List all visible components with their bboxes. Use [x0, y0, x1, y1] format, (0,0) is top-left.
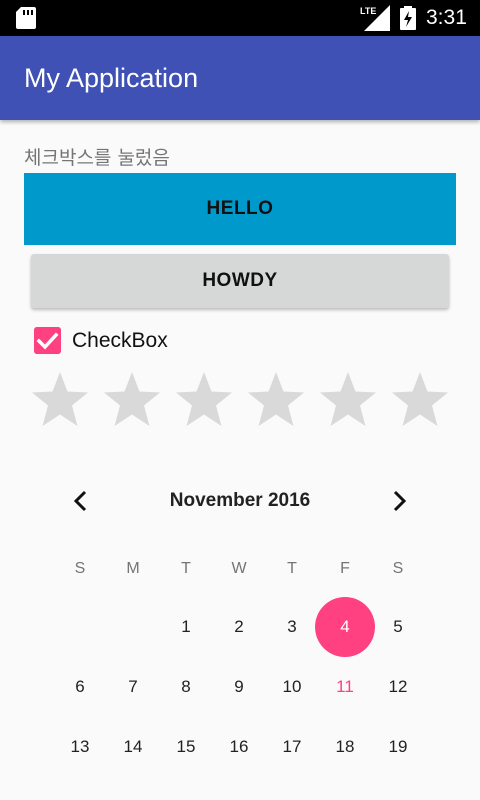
app-bar: My Application — [0, 36, 480, 120]
star-icon[interactable] — [390, 370, 450, 430]
status-clock: 3:31 — [426, 6, 467, 29]
weekday-label: T — [287, 560, 297, 577]
calendar-day[interactable]: 3 — [262, 597, 322, 657]
sd-card-icon — [16, 7, 36, 29]
star-icon[interactable] — [318, 370, 378, 430]
calendar-day[interactable]: 19 — [368, 717, 428, 777]
calendar-day[interactable]: 18 — [315, 717, 375, 777]
howdy-button[interactable]: HOWDY — [31, 254, 449, 308]
calendar-day[interactable]: 5 — [368, 597, 428, 657]
checkbox-label[interactable]: CheckBox — [72, 328, 168, 354]
star-icon[interactable] — [30, 370, 90, 430]
calendar-day[interactable]: 11 — [315, 657, 375, 717]
calendar-day-selected[interactable]: 4 — [315, 597, 375, 657]
calendar-day[interactable]: 14 — [103, 717, 163, 777]
star-icon[interactable] — [174, 370, 234, 430]
calendar-view: November 2016 S M T W T F S 1 2 3 4 5 6 7 8 9 10 11 12 13 14… — [0, 470, 480, 800]
checkbox-checked-icon[interactable] — [34, 327, 61, 354]
calendar-day[interactable]: 13 — [50, 717, 110, 777]
app-title: My Application — [24, 63, 199, 93]
weekday-label: T — [181, 560, 191, 577]
svg-text:LTE: LTE — [360, 6, 376, 16]
chevron-right-icon[interactable] — [386, 488, 412, 514]
calendar-day[interactable]: 9 — [209, 657, 269, 717]
calendar-day[interactable]: 7 — [103, 657, 163, 717]
status-message: 체크박스를 눌렀음 — [24, 147, 170, 169]
calendar-day[interactable]: 10 — [262, 657, 322, 717]
howdy-button-label: HOWDY — [202, 270, 278, 291]
calendar-day[interactable]: 15 — [156, 717, 216, 777]
status-bar: LTE 3:31 — [0, 0, 480, 36]
calendar-day[interactable]: 12 — [368, 657, 428, 717]
calendar-day[interactable]: 8 — [156, 657, 216, 717]
battery-charging-icon — [400, 6, 416, 30]
rating-bar[interactable] — [30, 370, 450, 432]
hello-button-label: HELLO — [206, 198, 274, 219]
checkbox[interactable]: CheckBox — [34, 327, 234, 357]
calendar-day[interactable]: 16 — [209, 717, 269, 777]
weekday-label: F — [340, 560, 350, 577]
calendar-day[interactable]: 1 — [156, 597, 216, 657]
weekday-label: M — [126, 560, 140, 577]
star-icon[interactable] — [102, 370, 162, 430]
weekday-label: W — [231, 560, 247, 577]
calendar-month-title: November 2016 — [169, 490, 311, 511]
chevron-left-icon[interactable] — [68, 488, 94, 514]
weekday-label: S — [74, 560, 86, 577]
lte-signal-icon: LTE — [360, 5, 390, 31]
hello-button[interactable]: HELLO — [24, 173, 456, 245]
calendar-day[interactable]: 2 — [209, 597, 269, 657]
star-icon[interactable] — [246, 370, 306, 430]
calendar-day[interactable]: 6 — [50, 657, 110, 717]
calendar-day[interactable]: 17 — [262, 717, 322, 777]
weekday-label: S — [392, 560, 404, 577]
